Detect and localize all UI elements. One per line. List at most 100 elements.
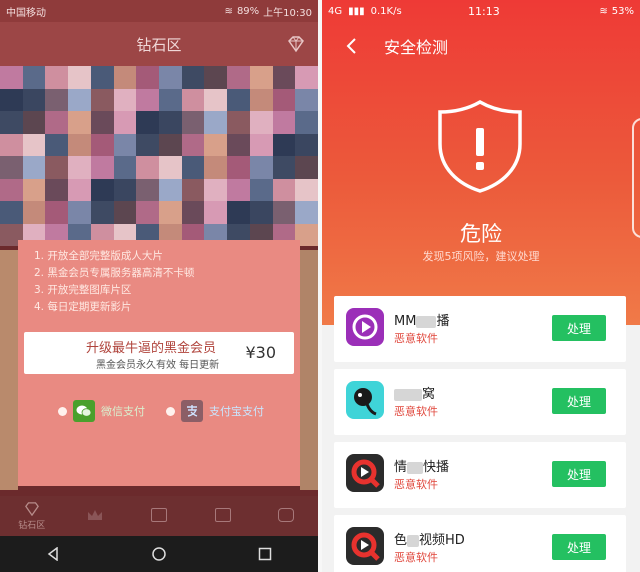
mosaic-tile [181, 133, 205, 156]
tab-profile[interactable] [254, 496, 318, 536]
mosaic-tile [90, 178, 114, 201]
mosaic-tile [272, 201, 296, 224]
handle-button[interactable]: 处理 [552, 461, 606, 487]
mosaic-tile [45, 88, 69, 111]
handle-button[interactable]: 处理 [552, 315, 606, 341]
mosaic-tile [45, 156, 69, 179]
tab-crown[interactable] [64, 496, 128, 536]
mosaic-tile [295, 156, 318, 179]
mosaic-tile [113, 201, 137, 224]
tab-video[interactable] [127, 496, 191, 536]
mosaic-tile [0, 133, 23, 156]
alipay-radio[interactable] [166, 406, 175, 416]
mosaic-tile [204, 156, 228, 179]
mosaic-tile [136, 156, 159, 179]
app-name: MM 播 [394, 314, 450, 329]
wechat-pay-radio[interactable] [58, 406, 67, 416]
mosaic-tile [45, 111, 69, 134]
wifi-icon: ≋ [224, 5, 233, 17]
mosaic-tile [22, 201, 46, 224]
mosaic-tile [158, 201, 182, 224]
handle-button[interactable]: 处理 [552, 534, 606, 560]
mosaic-tile [68, 133, 91, 156]
mosaic-tile [90, 201, 114, 224]
mosaic-tile [0, 88, 23, 111]
mosaic-tile [158, 66, 182, 89]
video-play-icon [346, 308, 384, 346]
mosaic-tile [68, 88, 91, 111]
mosaic-tile [295, 201, 318, 224]
mosaic-tile [272, 178, 296, 201]
mosaic-tile [113, 156, 137, 179]
mosaic-tile [295, 88, 318, 111]
thumbnail-right [300, 250, 318, 490]
vip-plan-subtitle: 黑金会员永久有效 每日更新 [96, 360, 220, 371]
battery-label: 89% [236, 5, 260, 17]
tab-gallery[interactable] [191, 496, 255, 536]
mosaic-tile [249, 111, 273, 134]
mosaic-tile [22, 156, 46, 179]
risk-app-row: 窝 恶意软件 处理 [334, 369, 626, 435]
mosaic-tile [204, 133, 228, 156]
page-title: 安全检测 [384, 38, 449, 57]
mosaic-tile [249, 66, 273, 89]
vip-upgrade-popup: 1. 开放全部完整版成人大片 2. 黑金会员专属服务器高清不卡顿 3. 开放完整… [18, 240, 300, 486]
tadpole-app-icon [346, 381, 384, 419]
mosaic-tile [181, 201, 205, 224]
wifi-icon: ≋ [599, 5, 608, 17]
mosaic-tile [272, 66, 296, 89]
wechat-pay-option[interactable]: 微信支付 [58, 400, 145, 422]
mosaic-tile [227, 66, 250, 89]
recents-nav-icon[interactable] [258, 547, 272, 561]
mosaic-tile [90, 133, 114, 156]
qvod-player-icon [346, 527, 384, 565]
mosaic-tile [22, 88, 46, 111]
vip-plan-card[interactable]: 升级最牛逼的黑金会员 黑金会员永久有效 每日更新 ¥30 [24, 332, 294, 374]
mosaic-tile [295, 133, 318, 156]
mosaic-tile [68, 111, 91, 134]
vip-plan-price: ¥30 [245, 343, 276, 362]
benefit-list: 1. 开放全部完整版成人大片 2. 黑金会员专属服务器高清不卡顿 3. 开放完整… [18, 240, 300, 316]
battery-label: 53% [611, 5, 634, 17]
mosaic-tile [181, 66, 205, 89]
mosaic-tile [136, 178, 159, 201]
alipay-label: 支付宝支付 [209, 405, 264, 418]
handle-button[interactable]: 处理 [552, 388, 606, 414]
diamond-icon [24, 501, 39, 516]
mosaic-tile [272, 111, 296, 134]
left-phone-screen: 中国移动 ≋ 89% 上午10:30 钻石区 1. 开放全部完整版成人大片 2.… [0, 0, 318, 572]
alipay-option[interactable]: 支付宝支付 [166, 400, 264, 422]
wechat-pay-label: 微信支付 [101, 405, 145, 418]
gallery-icon [214, 508, 231, 522]
mosaic-tile [113, 88, 137, 111]
vip-plan-title: 升级最牛逼的黑金会员 [86, 341, 217, 356]
benefit-item: 3. 开放完整图库片区 [34, 284, 132, 296]
risk-header: 4G ▮▮▮ 0.1K/s 11:13 ≋ 53% 安全检测 危险 发现5项风险… [322, 0, 640, 325]
risk-type: 恶意软件 [394, 551, 438, 564]
back-nav-icon[interactable] [46, 547, 60, 561]
thumbnail-left [0, 250, 18, 490]
home-nav-icon[interactable] [152, 547, 166, 561]
mosaic-tile [181, 178, 205, 201]
tab-diamond-zone[interactable]: 钻石区 [0, 496, 64, 536]
risk-summary: 发现5项风险，建议处理 [422, 250, 540, 263]
mosaic-tile [227, 88, 250, 111]
mosaic-tile [45, 201, 69, 224]
mosaic-tile [295, 111, 318, 134]
risk-type: 恶意软件 [394, 332, 438, 345]
mosaic-tile [272, 156, 296, 179]
mosaic-tile [0, 156, 23, 179]
mosaic-tile [45, 66, 69, 89]
diamond-icon[interactable] [286, 34, 306, 54]
side-handle[interactable] [632, 118, 640, 238]
mosaic-tile [249, 178, 273, 201]
danger-status: 危险 [460, 222, 502, 246]
mosaic-tile [158, 133, 182, 156]
risk-type: 恶意软件 [394, 405, 438, 418]
back-arrow-icon[interactable] [342, 34, 362, 58]
mosaic-tile [204, 111, 228, 134]
page-title-bar: 钻石区 [0, 22, 318, 66]
mosaic-tile [227, 178, 250, 201]
mosaic-tile [90, 66, 114, 89]
mosaic-tile [204, 178, 228, 201]
